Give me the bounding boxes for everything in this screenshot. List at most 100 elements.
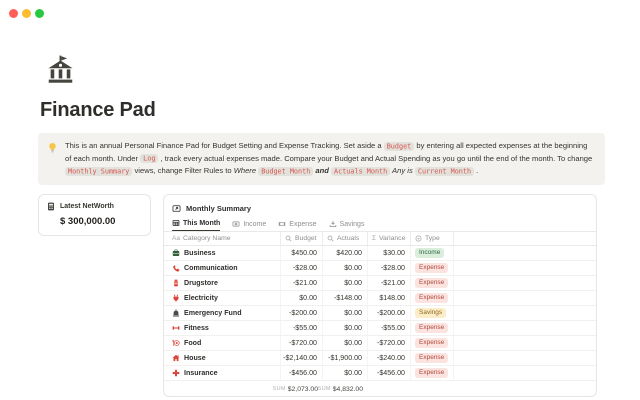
sum-value: $2,073.00 — [288, 386, 318, 393]
savings-icon — [329, 220, 337, 228]
page-title: Finance Pad — [40, 99, 156, 122]
variance-cell[interactable]: $30.00 — [368, 246, 411, 260]
tab-label: Income — [243, 221, 266, 228]
variance-cell[interactable]: -$720.00 — [368, 336, 411, 350]
summary-title: Monthly Summary — [186, 204, 251, 213]
callout-segment: views, change Filter Rules to — [132, 166, 233, 175]
type-cell[interactable]: Expense — [411, 336, 454, 350]
category-cell[interactable]: Communication — [164, 261, 281, 275]
rollup-magnifier-icon — [285, 235, 292, 242]
column-header-type[interactable]: Type — [411, 232, 454, 245]
budget-cell[interactable]: -$456.00 — [281, 366, 323, 380]
networth-card[interactable]: Latest NetWorth $ 300,000.00 — [38, 194, 151, 236]
budget-cell[interactable]: -$55.00 — [281, 321, 323, 335]
variance-cell[interactable]: -$240.00 — [368, 351, 411, 365]
callout-segment: Where — [234, 166, 256, 175]
income-icon — [232, 220, 240, 228]
phone-icon — [172, 264, 180, 272]
actuals-cell[interactable]: $0.00 — [323, 306, 368, 320]
tab-expense[interactable]: Expense — [278, 220, 316, 231]
budget-cell[interactable]: $0.00 — [281, 291, 323, 305]
budget-cell[interactable]: -$200.00 — [281, 306, 323, 320]
type-cell[interactable]: Savings — [411, 306, 454, 320]
tab-income[interactable]: Income — [232, 220, 266, 231]
column-label: Variance — [379, 235, 405, 242]
callout-segment: This is an annual Personal Finance Pad f… — [65, 141, 384, 150]
table-row: Business$450.00$420.00$30.00Income — [164, 246, 596, 261]
table-row: Insurance-$456.00$0.00-$456.00Expense — [164, 366, 596, 381]
budget-cell[interactable]: $450.00 — [281, 246, 323, 260]
tab-this-month[interactable]: This Month — [172, 219, 220, 231]
category-cell[interactable]: Business — [164, 246, 281, 260]
category-cell[interactable]: Drugstore — [164, 276, 281, 290]
variance-cell[interactable]: -$55.00 — [368, 321, 411, 335]
column-label: Category Name — [183, 235, 231, 242]
variance-cell[interactable]: $148.00 — [368, 291, 411, 305]
actuals-cell[interactable]: -$1,900.00 — [323, 351, 368, 365]
variance-cell[interactable]: -$21.00 — [368, 276, 411, 290]
type-badge: Savings — [415, 308, 446, 318]
category-cell[interactable]: Food — [164, 336, 281, 350]
siren-icon — [172, 309, 180, 317]
column-header-budget[interactable]: Budget — [281, 232, 323, 245]
actuals-cell[interactable]: $0.00 — [323, 261, 368, 275]
callout-segment: . — [474, 166, 478, 175]
text-property-icon: Aa — [172, 235, 180, 242]
dumbbell-icon — [172, 324, 180, 332]
category-cell[interactable]: Insurance — [164, 366, 281, 380]
table-row: Electricity $0.00-$148.00$148.00 Expense — [164, 291, 596, 306]
type-cell[interactable]: Expense — [411, 261, 454, 275]
actuals-sum[interactable]: SUM $4,832.00 — [323, 386, 368, 393]
category-cell[interactable]: Fitness — [164, 321, 281, 335]
variance-cell[interactable]: -$28.00 — [368, 261, 411, 275]
actuals-cell[interactable]: $0.00 — [323, 366, 368, 380]
column-header-actuals[interactable]: Actuals — [323, 232, 368, 245]
type-cell[interactable]: Expense — [411, 291, 454, 305]
column-header-category-name[interactable]: AaCategory Name — [164, 232, 281, 245]
table-footer: SUM $2,073.00 SUM $4,832.00 — [164, 381, 596, 397]
actuals-cell[interactable]: $0.00 — [323, 336, 368, 350]
zoom-button[interactable] — [35, 9, 44, 18]
summary-header[interactable]: Monthly Summary — [164, 195, 596, 215]
select-property-icon — [415, 235, 422, 242]
type-badge: Expense — [415, 353, 448, 363]
variance-cell[interactable]: -$456.00 — [368, 366, 411, 380]
type-badge: Expense — [415, 293, 448, 303]
category-cell[interactable]: Emergency Fund — [164, 306, 281, 320]
actuals-cell[interactable]: $0.00 — [323, 276, 368, 290]
variance-cell[interactable]: -$200.00 — [368, 306, 411, 320]
inline-code: Budget — [384, 142, 415, 151]
category-name: Insurance — [184, 369, 218, 377]
type-cell[interactable]: Expense — [411, 366, 454, 380]
minimize-button[interactable] — [22, 9, 31, 18]
actuals-cell[interactable]: $420.00 — [323, 246, 368, 260]
category-cell[interactable]: House — [164, 351, 281, 365]
column-label: Type — [425, 235, 440, 242]
callout: This is an annual Personal Finance Pad f… — [38, 133, 605, 185]
plate-icon — [172, 339, 180, 347]
type-cell[interactable]: Income — [411, 246, 454, 260]
bank-icon[interactable] — [46, 55, 75, 85]
category-name: Emergency Fund — [184, 309, 242, 317]
category-name: Electricity — [184, 294, 218, 302]
budget-cell[interactable]: -$21.00 — [281, 276, 323, 290]
budget-cell[interactable]: -$28.00 — [281, 261, 323, 275]
type-cell[interactable]: Expense — [411, 351, 454, 365]
budget-cell[interactable]: -$720.00 — [281, 336, 323, 350]
category-cell[interactable]: Electricity — [164, 291, 281, 305]
table-row: Communication-$28.00$0.00-$28.00Expense — [164, 261, 596, 276]
column-header-variance[interactable]: ΣVariance — [368, 232, 411, 245]
type-cell[interactable]: Expense — [411, 321, 454, 335]
budget-cell[interactable]: -$2,140.00 — [281, 351, 323, 365]
category-name: Drugstore — [184, 279, 218, 287]
sum-label: SUM — [318, 386, 331, 392]
tab-savings[interactable]: Savings — [329, 220, 365, 231]
empty-cell — [454, 306, 596, 320]
type-cell[interactable]: Expense — [411, 276, 454, 290]
actuals-cell[interactable]: $0.00 — [323, 321, 368, 335]
calculator-icon — [47, 202, 55, 211]
actuals-cell[interactable]: -$148.00 — [323, 291, 368, 305]
empty-cell — [454, 246, 596, 260]
close-button[interactable] — [9, 9, 18, 18]
empty-cell — [454, 276, 596, 290]
